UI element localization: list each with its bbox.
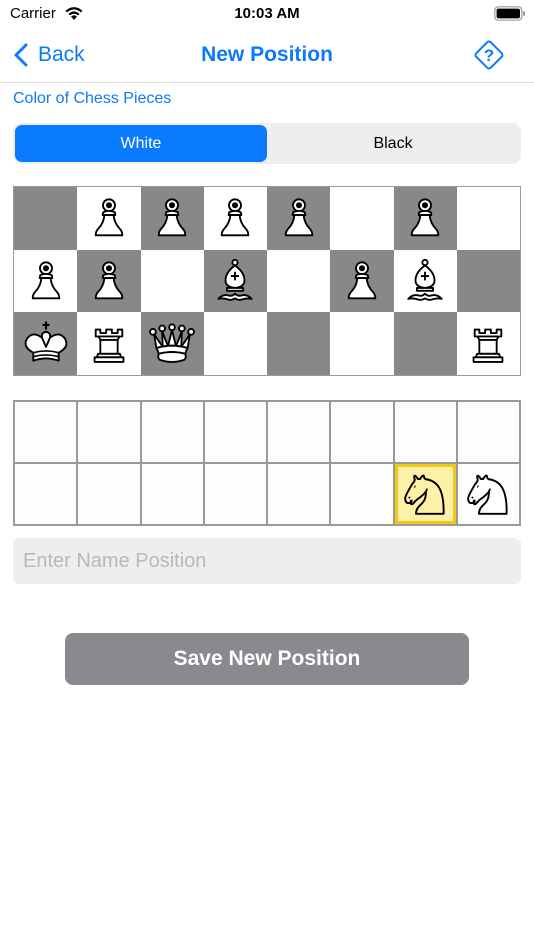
white-queen-icon	[146, 318, 198, 370]
white-pawn-icon	[20, 255, 72, 307]
tray-slot[interactable]	[204, 402, 266, 462]
piece-tray	[13, 400, 521, 526]
board-square[interactable]	[203, 312, 267, 375]
board-square[interactable]	[77, 249, 141, 313]
white-pawn-icon	[273, 192, 325, 244]
board-square[interactable]	[456, 187, 520, 250]
clock: 10:03 AM	[234, 5, 300, 22]
board-square[interactable]	[203, 249, 267, 313]
tray-slot[interactable]	[78, 402, 140, 462]
position-name-input[interactable]	[13, 538, 521, 584]
white-rook-icon	[462, 318, 514, 370]
white-pawn-icon	[336, 255, 388, 307]
segment-black[interactable]: Black	[267, 125, 519, 162]
segment-white[interactable]: White	[15, 125, 267, 162]
save-position-button[interactable]: Save New Position	[65, 633, 469, 685]
board-square[interactable]	[456, 249, 520, 313]
color-section-label: Color of Chess Pieces	[13, 90, 172, 107]
white-bishop-icon	[399, 255, 451, 307]
white-bishop-icon	[209, 255, 261, 307]
board-square[interactable]	[267, 249, 331, 313]
board-square[interactable]	[393, 187, 457, 250]
tray-slot[interactable]	[15, 402, 77, 462]
tray-slot[interactable]	[204, 464, 266, 524]
navigation-bar: Back New Position ?	[0, 30, 534, 83]
board-square[interactable]	[140, 312, 204, 375]
white-pawn-icon	[399, 192, 451, 244]
board-square[interactable]	[203, 187, 267, 250]
tray-slot[interactable]	[394, 464, 456, 524]
color-segmented-control: White Black	[13, 123, 521, 164]
tray-slot[interactable]	[15, 464, 77, 524]
page-title: New Position	[201, 43, 333, 66]
tray-slot[interactable]	[457, 464, 519, 524]
tray-slot[interactable]	[457, 402, 519, 462]
chess-board	[13, 186, 521, 376]
white-king-icon	[20, 318, 72, 370]
tray-slot[interactable]	[78, 464, 140, 524]
board-square[interactable]	[14, 249, 78, 313]
board-square[interactable]	[14, 312, 78, 375]
white-pawn-icon	[209, 192, 261, 244]
status-bar: Carrier 10:03 AM	[0, 0, 534, 30]
white-pawn-icon	[83, 255, 135, 307]
board-square[interactable]	[393, 249, 457, 313]
board-square[interactable]	[77, 187, 141, 250]
board-square[interactable]	[267, 312, 331, 375]
tray-slot[interactable]	[141, 402, 203, 462]
board-square[interactable]	[14, 187, 78, 250]
white-knight-icon	[398, 467, 452, 521]
white-rook-icon	[83, 318, 135, 370]
board-square[interactable]	[140, 187, 204, 250]
tray-slot[interactable]	[141, 464, 203, 524]
tray-slot[interactable]	[268, 402, 330, 462]
board-square[interactable]	[456, 312, 520, 375]
board-square[interactable]	[267, 187, 331, 250]
board-square[interactable]	[330, 312, 394, 375]
board-square[interactable]	[393, 312, 457, 375]
board-square[interactable]	[330, 249, 394, 313]
battery-icon	[494, 6, 525, 21]
board-square[interactable]	[330, 187, 394, 250]
tray-slot[interactable]	[268, 464, 330, 524]
white-knight-icon	[461, 467, 515, 521]
white-pawn-icon	[83, 192, 135, 244]
white-pawn-icon	[146, 192, 198, 244]
svg-text:?: ?	[484, 46, 494, 65]
tray-slot[interactable]	[331, 464, 393, 524]
board-square[interactable]	[140, 249, 204, 313]
tray-slot[interactable]	[331, 402, 393, 462]
board-square[interactable]	[77, 312, 141, 375]
tray-slot[interactable]	[394, 402, 456, 462]
question-mark-icon[interactable]: ?	[472, 38, 506, 72]
